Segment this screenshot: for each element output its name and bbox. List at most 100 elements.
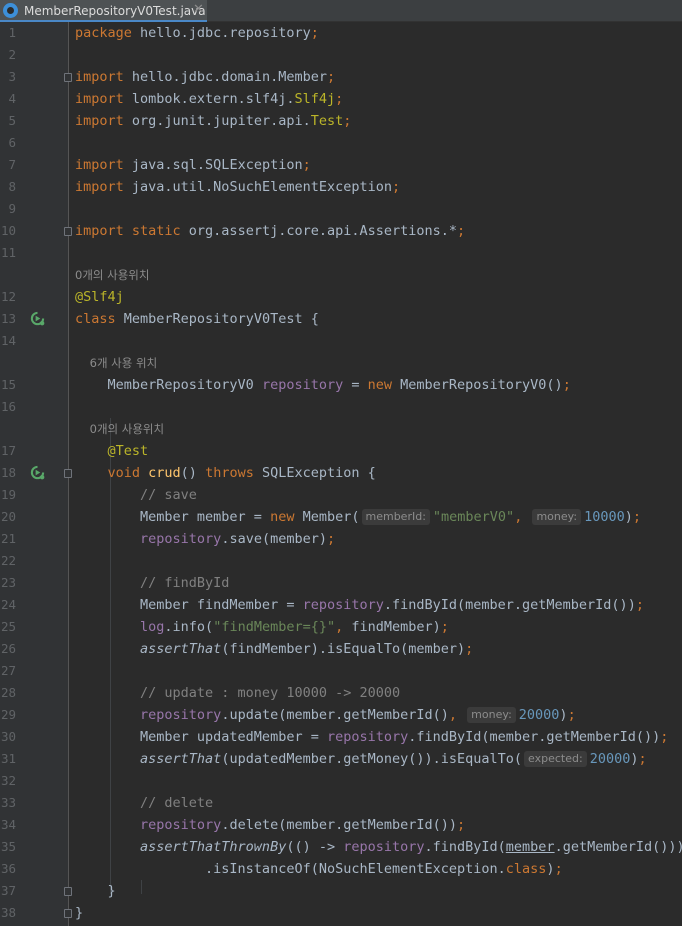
code-line[interactable]: 1 package hello.jdbc.repository; [0,22,682,44]
line-number: 29 [0,707,16,722]
code-text: class MemberRepositoryV0Test { [75,308,319,330]
line-number: 31 [0,751,16,766]
code-line[interactable]: 22 [0,550,682,572]
code-line[interactable]: 26 assertThat(findMember).isEqualTo(memb… [0,638,682,660]
fold-marker-icon[interactable] [64,227,72,236]
code-line[interactable]: 35 assertThatThrownBy(() -> repository.f… [0,836,682,858]
code-line[interactable]: 7 import java.sql.SQLException; [0,154,682,176]
code-line[interactable]: 30 Member updatedMember = repository.fin… [0,726,682,748]
code-line[interactable]: 14 [0,330,682,352]
code-text: Member updatedMember = repository.findBy… [75,726,668,748]
code-text: log.info("findMember={}", findMember); [75,616,449,638]
code-line[interactable]: 33 // delete [0,792,682,814]
code-line[interactable]: 3 import hello.jdbc.domain.Member; [0,66,682,88]
code-token: org.junit.jupiter.api. [131,113,311,129]
code-line[interactable]: 13 class MemberRepositoryV0Test { [0,308,682,330]
code-text: MemberRepositoryV0 repository = new Memb… [75,374,571,396]
code-token: .save(member) [221,531,327,547]
line-number: 22 [0,553,16,568]
code-token: @Test [75,443,149,459]
code-line[interactable]: 9 [0,198,682,220]
code-line[interactable]: 31 assertThat(updatedMember.getMoney()).… [0,748,682,770]
code-token: .isInstanceOf(NoSuchElementException. [75,861,506,877]
code-token: throws [205,465,262,481]
code-line[interactable]: 15 MemberRepositoryV0 repository = new M… [0,374,682,396]
usage-hint[interactable]: 0개의 사용위치 [0,418,682,440]
line-number: 4 [8,91,16,106]
code-token: org.assertj.core.api.Assertions.* [188,223,458,239]
code-token: Member findMember = [75,597,303,613]
fold-marker-icon[interactable] [64,73,72,82]
line-number: 8 [8,179,16,194]
code-line[interactable]: 16 [0,396,682,418]
close-tab-icon[interactable]: ✕ [193,0,204,20]
line-number: 5 [8,113,16,128]
code-line[interactable]: 32 [0,770,682,792]
run-test-icon[interactable] [30,465,45,480]
line-number: 21 [0,531,16,546]
code-token: ; [660,729,669,745]
code-line[interactable]: 25 log.info("findMember={}", findMember)… [0,616,682,638]
code-line[interactable]: 28 // update : money 10000 -> 20000 [0,682,682,704]
code-text: repository.save(member); [75,528,335,550]
code-line[interactable]: 20 Member member = new Member(memberId: "… [0,506,682,528]
code-token: Test [310,113,344,129]
line-number: 34 [0,817,16,832]
code-line[interactable]: 18 void crud() throws SQLException { [0,462,682,484]
code-token: ; [326,531,336,547]
code-token: MemberRepositoryV0() [400,377,563,393]
code-line[interactable]: 12 @Slf4j [0,286,682,308]
code-token: crud [148,465,181,481]
fold-marker-icon[interactable] [64,909,72,918]
code-editor[interactable]: 1 package hello.jdbc.repository; 2 3 import … [0,22,682,926]
code-token: ; [343,113,352,129]
line-number: 11 [0,245,16,260]
code-line[interactable]: 34 repository.delete(member.getMemberId(… [0,814,682,836]
code-token: new [270,509,303,525]
line-number: 19 [0,487,16,502]
code-token: 20000 [518,707,560,723]
fold-marker-icon[interactable] [64,887,72,896]
line-number: 13 [0,311,16,326]
code-line[interactable]: 36 .isInstanceOf(NoSuchElementException.… [0,858,682,880]
code-token: } [75,905,84,921]
code-line[interactable]: 21 repository.save(member); [0,528,682,550]
editor-tab[interactable]: MemberRepositoryV0Test.java ✕ [0,0,207,22]
code-line[interactable]: 37 } [0,880,682,902]
run-test-icon[interactable] [30,311,45,326]
code-text: package hello.jdbc.repository; [75,22,319,44]
code-text: // delete [75,792,213,814]
line-number: 1 [8,25,16,40]
code-line[interactable]: 4 import lombok.extern.slf4j.Slf4j; [0,88,682,110]
code-line[interactable]: 19 // save [0,484,682,506]
code-token: @Slf4j [75,289,124,305]
code-token: .update(member.getMemberId() [221,707,449,723]
code-line[interactable]: 6 [0,132,682,154]
line-number: 6 [8,135,16,150]
code-token: ; [335,91,344,107]
code-line[interactable]: 24 Member findMember = repository.findBy… [0,594,682,616]
usage-hint[interactable]: 6개 사용 위치 [0,352,682,374]
code-token: assertThat [75,751,222,767]
code-line[interactable]: 5 import org.junit.jupiter.api.Test; [0,110,682,132]
code-line[interactable]: 2 [0,44,682,66]
code-line[interactable]: 11 [0,242,682,264]
code-line[interactable]: 29 repository.update(member.getMemberId(… [0,704,682,726]
fold-marker-icon[interactable] [64,469,72,478]
code-token: .findById(member.getMemberId()) [383,597,636,613]
code-line[interactable]: 38} [0,902,682,924]
code-line[interactable]: 23 // findById [0,572,682,594]
code-line[interactable]: 27 [0,660,682,682]
code-line[interactable]: 8 import java.util.NoSuchElementException… [0,176,682,198]
line-number: 30 [0,729,16,744]
usage-hint[interactable]: 0개의 사용위치 [0,264,682,286]
code-token: new [367,377,401,393]
code-text: import java.sql.SQLException; [75,154,311,176]
code-token: Member member = [75,509,271,525]
code-line[interactable]: 10 import static org.assertj.core.api.Ass… [0,220,682,242]
code-token: assertThat [75,641,222,657]
usage-hint-text: 6개 사용 위치 [75,356,158,370]
code-line[interactable]: 17 @Test [0,440,682,462]
code-token: // findById [75,575,230,591]
